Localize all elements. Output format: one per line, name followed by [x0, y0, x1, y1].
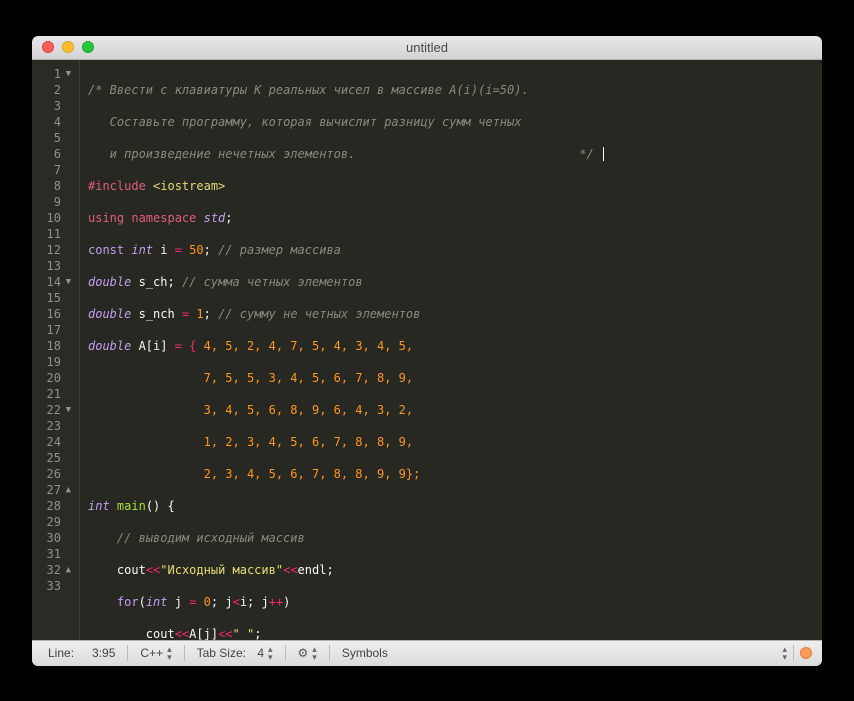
fold-icon[interactable]: ▲ — [63, 562, 71, 578]
fold-icon[interactable]: ▼ — [63, 66, 71, 82]
editor-window: untitled 1▼2345678910111213☚14▼151617181… — [32, 36, 822, 666]
gutter-line[interactable]: 22▼ — [32, 402, 77, 418]
divider — [793, 645, 794, 661]
gutter[interactable]: 1▼2345678910111213☚14▼1516171819202122▼2… — [32, 60, 80, 640]
gutter-line[interactable]: 30 — [32, 530, 77, 546]
traffic-lights — [32, 41, 94, 53]
gutter-line[interactable]: 31 — [32, 546, 77, 562]
gutter-line[interactable]: 5 — [32, 130, 77, 146]
divider — [184, 645, 185, 661]
updown-icon[interactable]: ▴▾ — [782, 645, 787, 661]
divider — [285, 645, 286, 661]
gutter-line[interactable]: 21 — [32, 386, 77, 402]
record-indicator-icon[interactable] — [800, 647, 812, 659]
gutter-line[interactable]: 12 — [32, 242, 77, 258]
gutter-line[interactable]: 17 — [32, 322, 77, 338]
sb-tabsize[interactable]: Tab Size: 4 ▴▾ — [191, 645, 279, 661]
gutter-line[interactable]: 3 — [32, 98, 77, 114]
gutter-line[interactable]: 15 — [32, 290, 77, 306]
code-area[interactable]: /* Ввести с клавиатуры K реальных чисел … — [80, 60, 822, 640]
gutter-line[interactable]: 23 — [32, 418, 77, 434]
gutter-line[interactable]: 26 — [32, 466, 77, 482]
gutter-line[interactable]: 27▲ — [32, 482, 77, 498]
zoom-icon[interactable] — [82, 41, 94, 53]
updown-icon: ▴▾ — [312, 645, 317, 661]
code-line: и произведение нечетных элементов. — [88, 147, 355, 161]
gutter-line[interactable]: 16 — [32, 306, 77, 322]
gutter-line[interactable]: ☚14▼ — [32, 274, 77, 290]
gutter-line[interactable]: 7 — [32, 162, 77, 178]
settings-button[interactable]: ⚙ ▴▾ — [292, 645, 323, 661]
gutter-line[interactable]: 13 — [32, 258, 77, 274]
divider — [329, 645, 330, 661]
gutter-line[interactable]: 24 — [32, 434, 77, 450]
gutter-line[interactable]: 6 — [32, 146, 77, 162]
updown-icon: ▴▾ — [167, 645, 172, 661]
minimize-icon[interactable] — [62, 41, 74, 53]
gutter-line[interactable]: 4 — [32, 114, 77, 130]
sb-line-value[interactable]: 3:95 — [86, 646, 121, 660]
statusbar: Line: 3:95 C++ ▴▾ Tab Size: 4 ▴▾ ⚙ ▴▾ Sy… — [32, 640, 822, 666]
sb-line-label: Line: — [42, 646, 80, 660]
gutter-line[interactable]: 1▼ — [32, 66, 77, 82]
fold-icon[interactable]: ▼ — [63, 402, 71, 418]
code-editor[interactable]: 1▼2345678910111213☚14▼1516171819202122▼2… — [32, 60, 822, 640]
gutter-line[interactable]: 2 — [32, 82, 77, 98]
window-title: untitled — [32, 40, 822, 55]
gutter-line[interactable]: 32▲ — [32, 562, 77, 578]
sb-symbols[interactable]: Symbols — [336, 646, 394, 660]
gutter-line[interactable]: 10 — [32, 210, 77, 226]
close-icon[interactable] — [42, 41, 54, 53]
gutter-line[interactable]: 8 — [32, 178, 77, 194]
gutter-line[interactable]: 20 — [32, 370, 77, 386]
gutter-line[interactable]: 11 — [32, 226, 77, 242]
sb-language[interactable]: C++ ▴▾ — [134, 645, 177, 661]
gutter-line[interactable]: 9 — [32, 194, 77, 210]
divider — [127, 645, 128, 661]
code-line: Составьте программу, которая вычислит ра… — [88, 115, 521, 129]
gutter-line[interactable]: 33 — [32, 578, 77, 594]
code-line: /* Ввести с клавиатуры K реальных чисел … — [88, 83, 529, 97]
gutter-line[interactable]: 25 — [32, 450, 77, 466]
text-cursor — [603, 147, 604, 161]
updown-icon: ▴▾ — [268, 645, 273, 661]
titlebar[interactable]: untitled — [32, 36, 822, 60]
gutter-line[interactable]: 29 — [32, 514, 77, 530]
gutter-line[interactable]: 28 — [32, 498, 77, 514]
gear-icon: ⚙ — [298, 646, 309, 660]
gutter-line[interactable]: 18 — [32, 338, 77, 354]
fold-icon[interactable]: ▼ — [63, 274, 71, 290]
fold-icon[interactable]: ▲ — [63, 482, 71, 498]
gutter-line[interactable]: 19 — [32, 354, 77, 370]
